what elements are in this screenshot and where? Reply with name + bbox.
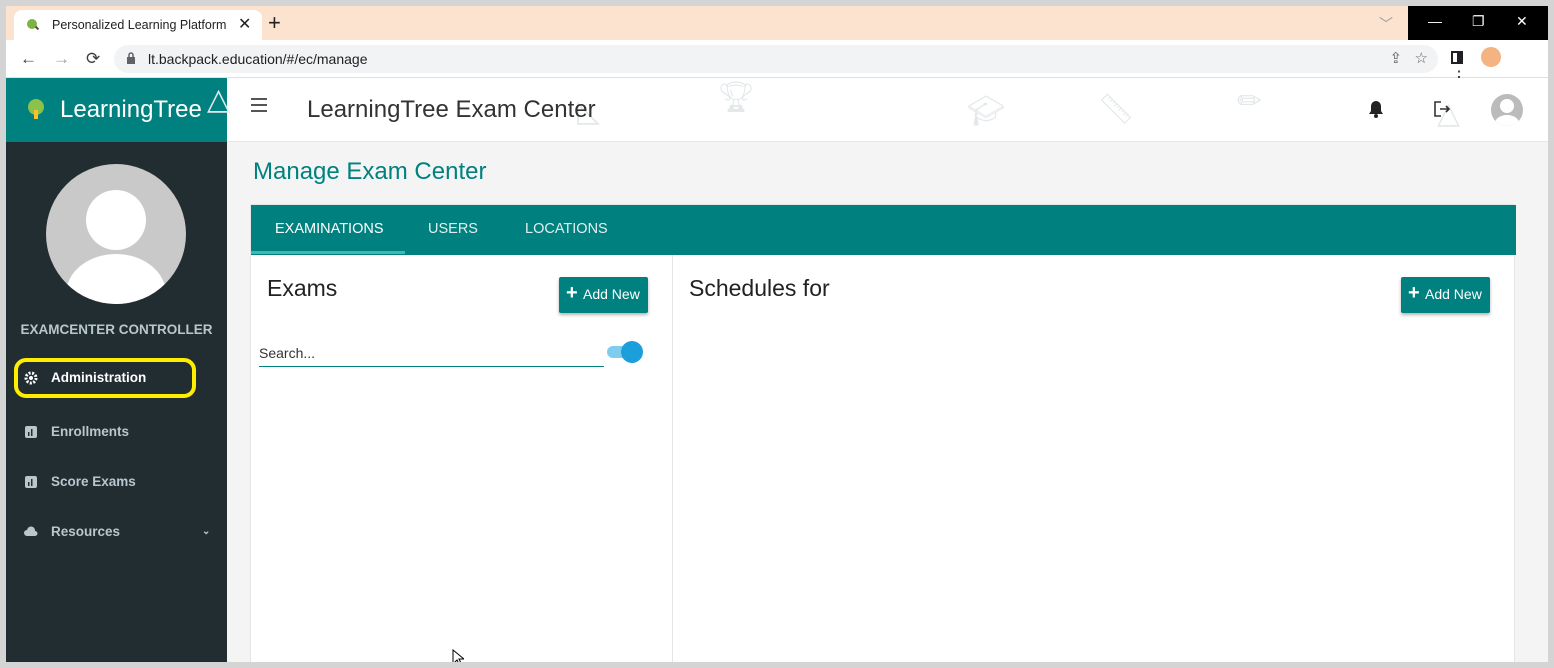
user-role: EXAMCENTER CONTROLLER <box>20 322 213 337</box>
back-icon[interactable]: ← <box>20 49 37 69</box>
reload-icon[interactable]: ⟳ <box>86 49 100 69</box>
page-header-title: LearningTree Exam Center <box>307 96 596 123</box>
main-content: Manage Exam Center EXAMINATIONS USERS LO… <box>227 142 1548 662</box>
browser-tab[interactable]: Personalized Learning Platform | ✕ <box>14 10 262 40</box>
header-avatar[interactable] <box>1491 94 1523 126</box>
window-controls: — ❐ ✕ <box>1408 6 1548 40</box>
add-exam-button[interactable]: + Add New <box>559 277 648 313</box>
schedules-heading: Schedules for <box>689 275 830 301</box>
share-and-bookmark-icons[interactable]: ⇪ ☆ <box>1389 49 1428 67</box>
schedules-pane: Schedules for + Add New <box>673 255 1516 662</box>
menu-toggle-icon[interactable] <box>251 98 267 116</box>
minimize-icon[interactable]: — <box>1428 13 1442 29</box>
cloud-icon <box>24 526 38 536</box>
chevron-down-icon: ⌄ <box>202 526 211 537</box>
gear-icon <box>24 371 38 385</box>
sidebar-item-label: Score Exams <box>51 474 136 489</box>
sidebar-item-label: Administration <box>51 370 147 385</box>
bell-icon[interactable] <box>1369 100 1383 118</box>
app-root: LearningTree EXAMCENTER CONTROLLER Admin… <box>6 78 1548 662</box>
exams-heading: Exams <box>267 275 338 301</box>
add-schedule-button[interactable]: + Add New <box>1401 277 1490 313</box>
sidebar-item-resources[interactable]: Resources ⌄ <box>14 512 210 552</box>
tab-bar: EXAMINATIONS USERS LOCATIONS <box>251 205 1516 255</box>
plus-icon: + <box>566 282 578 304</box>
sidebar-item-score-exams[interactable]: Score Exams <box>14 462 196 502</box>
tab-close-icon[interactable]: ✕ <box>238 14 251 34</box>
sidebar-item-enrollments[interactable]: Enrollments <box>14 412 196 452</box>
tab-users[interactable]: USERS <box>428 221 478 237</box>
brand-name: LearningTree <box>60 96 202 123</box>
window-close-icon[interactable]: ✕ <box>1516 13 1528 30</box>
browser-window: Personalized Learning Platform | ✕ + ﹀ —… <box>6 6 1548 662</box>
side-panel-icon[interactable] <box>1451 50 1463 64</box>
sidebar-item-label: Resources <box>51 524 121 539</box>
tab-examinations[interactable]: EXAMINATIONS <box>275 221 384 237</box>
chart-icon <box>25 476 37 488</box>
active-tab-indicator <box>251 251 405 254</box>
manage-card: EXAMINATIONS USERS LOCATIONS Exams + Add… <box>250 204 1516 662</box>
tab-locations[interactable]: LOCATIONS <box>525 221 608 237</box>
plus-icon: + <box>1408 282 1420 304</box>
exams-pane: Exams + Add New <box>251 255 673 662</box>
mouse-cursor-icon <box>452 649 464 662</box>
logout-icon[interactable] <box>1433 100 1451 118</box>
sidebar-item-label: Enrollments <box>51 424 130 439</box>
tab-search-chevron-icon[interactable]: ﹀ <box>1379 14 1393 34</box>
chart-icon <box>25 426 37 438</box>
exam-search-input[interactable] <box>259 339 604 367</box>
new-tab-button[interactable]: + <box>268 10 281 36</box>
address-bar[interactable]: lt.backpack.education/#/ec/manage ⇪ ☆ <box>114 45 1438 73</box>
page-title: Manage Exam Center <box>253 158 487 185</box>
restore-icon[interactable]: ❐ <box>1472 13 1485 30</box>
profile-icon[interactable] <box>1481 47 1502 67</box>
browser-toolbar: ← → ⟳ lt.backpack.education/#/ec/manage … <box>6 40 1548 86</box>
lock-icon <box>127 52 135 64</box>
sidebar-item-administration[interactable]: Administration <box>14 358 196 398</box>
app-header: △ ◺ 🏆︎ 🎓︎ 📏︎ ✏︎ △ LearningTree Exam Cent… <box>207 78 1548 142</box>
site-favicon-icon <box>27 19 40 31</box>
tab-strip: Personalized Learning Platform | ✕ + ﹀ —… <box>6 6 1548 40</box>
exam-filter-toggle[interactable] <box>607 341 643 363</box>
tab-title: Personalized Learning Platform | <box>52 18 228 32</box>
learningtree-logo-icon <box>28 99 44 119</box>
brand-bar[interactable]: LearningTree <box>6 78 227 142</box>
forward-icon[interactable]: → <box>53 49 70 69</box>
url-text: lt.backpack.education/#/ec/manage <box>148 51 368 67</box>
user-avatar <box>46 164 186 304</box>
sidebar: LearningTree EXAMCENTER CONTROLLER Admin… <box>6 78 227 662</box>
